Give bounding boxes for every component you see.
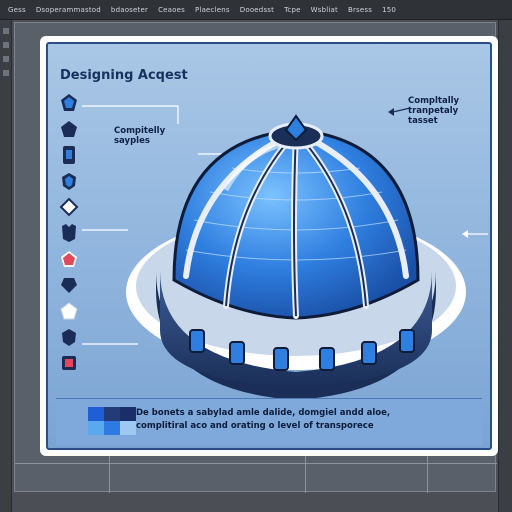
menu-bar: Gess Dsoperammastod bdaoseter Ceaoes Pla… [0, 0, 512, 20]
menu-item-0[interactable]: Gess [8, 6, 26, 14]
info-line-2: complitiral aco and orating o level of t… [136, 421, 374, 431]
tool-button[interactable] [3, 70, 9, 76]
tool-button[interactable] [3, 28, 9, 34]
guide-line [109, 453, 110, 493]
guide-line [15, 463, 497, 464]
tool-strip-right [498, 20, 512, 512]
guide-line [305, 453, 306, 493]
menu-item-7[interactable]: Wsbliat [311, 6, 338, 14]
design-panel: Designing Acqest Compitelly sayples Comp… [46, 42, 492, 450]
swatch[interactable] [104, 421, 120, 435]
info-line-1: De bonets a sabylad amle dalide, domgiel… [136, 408, 391, 418]
swatch[interactable] [88, 421, 104, 435]
zoom-level[interactable]: 150 [382, 6, 396, 14]
dome-illustration[interactable] [116, 80, 476, 420]
info-text: De bonets a sabylad amle dalide, domgiel… [136, 407, 474, 433]
info-bar: De bonets a sabylad amle dalide, domgiel… [56, 398, 482, 446]
tool-button[interactable] [3, 56, 9, 62]
menu-item-5[interactable]: Dooedsst [240, 6, 274, 14]
menu-item-6[interactable]: Tcpe [284, 6, 301, 14]
tool-button[interactable] [3, 42, 9, 48]
menu-item-3[interactable]: Ceaoes [158, 6, 185, 14]
guide-line [427, 453, 428, 493]
menu-item-4[interactable]: Plaeclens [195, 6, 230, 14]
design-frame[interactable]: Designing Acqest Compitelly sayples Comp… [40, 36, 498, 456]
menu-item-2[interactable]: bdaoseter [111, 6, 148, 14]
menu-item-1[interactable]: Dsoperammastod [36, 6, 101, 14]
swatch[interactable] [104, 407, 120, 421]
menu-item-8[interactable]: Brsess [348, 6, 372, 14]
swatch[interactable] [120, 421, 136, 435]
color-swatches [88, 407, 136, 435]
swatch[interactable] [120, 407, 136, 421]
tool-strip-left [0, 20, 12, 512]
swatch[interactable] [88, 407, 104, 421]
